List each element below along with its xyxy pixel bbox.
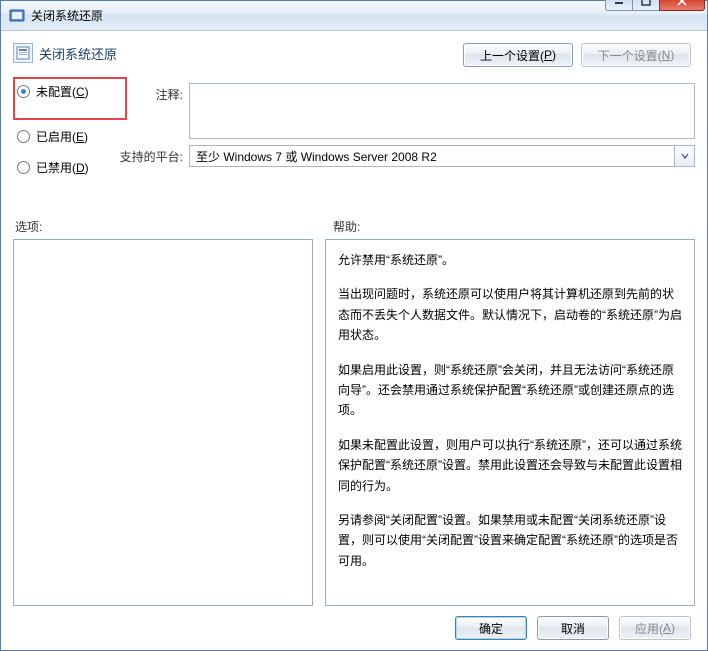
previous-setting-button[interactable]: 上一个设置(P) [463, 43, 573, 67]
help-text: 允许禁用“系统还原”。 [338, 250, 682, 270]
radio-dot-icon [17, 161, 30, 174]
highlight-box: 未配置(C) [13, 77, 127, 120]
titlebar: 关闭系统还原 [1, 1, 707, 31]
cancel-button[interactable]: 取消 [537, 616, 609, 640]
chevron-down-icon [680, 151, 690, 161]
help-text: 如果未配置此设置，则用户可以执行“系统还原”，还可以通过系统保护配置“系统还原”… [338, 435, 682, 496]
content-area: 关闭系统还原 上一个设置(P) 下一个设置(N) 未配置(C) 已启用(E) [1, 31, 707, 650]
policy-editor-window: 关闭系统还原 关闭系统还原 上一个设置(P) 下一个设置(N) [0, 0, 708, 651]
platform-expand-button[interactable] [675, 145, 695, 167]
options-panel[interactable] [13, 239, 313, 606]
maximize-button[interactable] [632, 0, 660, 11]
radio-not-configured[interactable]: 未配置(C) [17, 83, 119, 100]
fields-column: 注释: 支持的平台: 至少 Windows 7 或 Windows Server… [119, 83, 695, 190]
next-setting-button[interactable]: 下一个设置(N) [581, 43, 691, 67]
state-radios: 未配置(C) 已启用(E) 已禁用(D) [13, 83, 119, 190]
options-label: 选项: [13, 218, 313, 235]
help-panel[interactable]: 允许禁用“系统还原”。 当出现问题时，系统还原可以使用户将其计算机还原到先前的状… [325, 239, 695, 606]
radio-dot-icon [17, 130, 30, 143]
radio-enabled[interactable]: 已启用(E) [17, 128, 119, 145]
radio-dot-icon [17, 85, 30, 98]
policy-icon [13, 43, 33, 63]
platform-row: 支持的平台: 至少 Windows 7 或 Windows Server 200… [119, 145, 695, 167]
window-title: 关闭系统还原 [31, 7, 605, 24]
platform-value: 至少 Windows 7 或 Windows Server 2008 R2 [189, 145, 675, 167]
nav-buttons: 上一个设置(P) 下一个设置(N) [463, 43, 695, 67]
comment-textarea[interactable] [189, 83, 695, 139]
radio-disabled[interactable]: 已禁用(D) [17, 159, 119, 176]
platform-field-wrap: 至少 Windows 7 或 Windows Server 2008 R2 [189, 145, 695, 167]
help-text: 当出现问题时，系统还原可以使用户将其计算机还原到先前的状态而不丢失个人数据文件。… [338, 284, 682, 345]
ok-button[interactable]: 确定 [455, 616, 527, 640]
comment-label: 注释: [119, 83, 183, 103]
apply-button[interactable]: 应用(A) [619, 616, 691, 640]
app-icon [9, 8, 25, 24]
section-labels: 选项: 帮助: [13, 218, 695, 235]
minimize-button[interactable] [605, 0, 633, 11]
config-row: 未配置(C) 已启用(E) 已禁用(D) 注释: 支持的平台 [13, 83, 695, 190]
platform-label: 支持的平台: [119, 145, 183, 165]
window-controls [605, 0, 705, 11]
help-text: 另请参阅“关闭配置”设置。如果禁用或未配置“关闭系统还原”设置，则可以使用“关闭… [338, 510, 682, 571]
dialog-footer: 确定 取消 应用(A) [13, 606, 695, 640]
help-text: 如果启用此设置，则“系统还原”会关闭，并且无法访问“系统还原向导”。还会禁用通过… [338, 360, 682, 421]
policy-title: 关闭系统还原 [39, 44, 117, 63]
header-row: 关闭系统还原 上一个设置(P) 下一个设置(N) [13, 43, 695, 67]
close-button[interactable] [659, 0, 705, 11]
help-label: 帮助: [333, 218, 360, 235]
header-left: 关闭系统还原 [13, 43, 117, 63]
panels: 允许禁用“系统还原”。 当出现问题时，系统还原可以使用户将其计算机还原到先前的状… [13, 239, 695, 606]
comment-row: 注释: [119, 83, 695, 139]
